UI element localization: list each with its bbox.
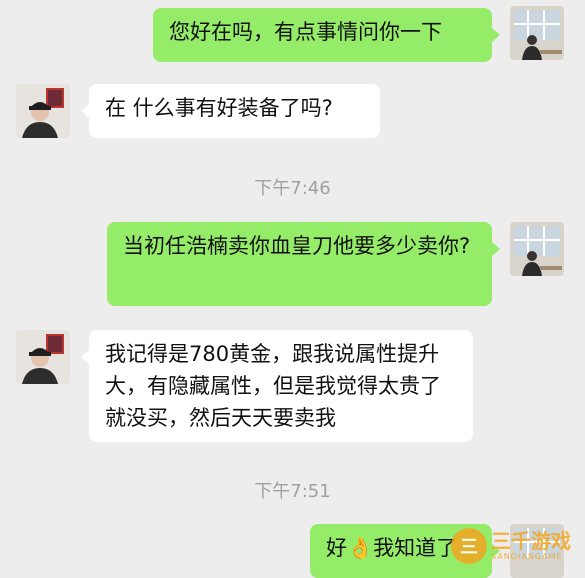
message-bubble-received[interactable]: 在 什么事有好装备了吗?	[89, 84, 380, 138]
contact-avatar[interactable]	[16, 330, 70, 384]
message-text: 我记得是780黄金，跟我说属性提升大，有隐藏属性，但是我觉得太贵了就没买，然后天…	[105, 342, 441, 430]
watermark-main: 三千游戏	[491, 529, 571, 553]
bubble-tail	[492, 242, 500, 256]
watermark-text: 三千游戏 SANQIANGAME	[491, 530, 571, 562]
watermark-icon: 三	[451, 528, 487, 564]
message-text: 您好在吗，有点事情问你一下	[169, 20, 442, 44]
message-text: 当初任浩楠卖你血皇刀他要多少卖你?	[123, 234, 471, 258]
bubble-tail	[492, 28, 500, 42]
message-text: 好👌我知道了	[326, 536, 458, 560]
watermark-logo: 三 三千游戏 SANQIANGAME	[451, 523, 581, 569]
bubble-tail	[81, 350, 89, 364]
message-text: 在 什么事有好装备了吗?	[105, 96, 333, 120]
my-avatar[interactable]	[510, 222, 564, 276]
timestamp: 下午7:46	[254, 178, 331, 199]
bubble-tail	[81, 104, 89, 118]
contact-avatar[interactable]	[16, 84, 70, 138]
message-bubble-received[interactable]: 我记得是780黄金，跟我说属性提升大，有隐藏属性，但是我觉得太贵了就没买，然后天…	[89, 330, 473, 442]
message-bubble-sent[interactable]: 当初任浩楠卖你血皇刀他要多少卖你?	[107, 222, 492, 306]
message-bubble-sent[interactable]: 您好在吗，有点事情问你一下	[153, 8, 492, 62]
my-avatar[interactable]	[510, 6, 564, 60]
watermark-sub: SANQIANGAME	[491, 552, 563, 561]
timestamp: 下午7:51	[254, 481, 331, 502]
